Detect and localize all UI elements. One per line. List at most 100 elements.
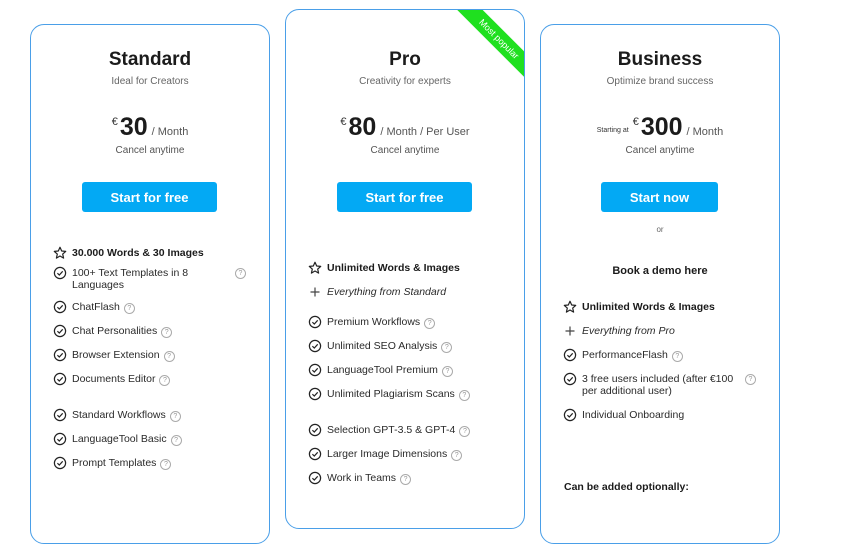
or-separator: or bbox=[656, 225, 664, 234]
check-circle-icon bbox=[308, 447, 322, 461]
feature-label: Larger Image Dimensions bbox=[327, 448, 448, 460]
star-icon bbox=[563, 300, 577, 314]
check-circle-icon bbox=[308, 471, 322, 485]
feature-item: PerformanceFlash? bbox=[563, 348, 763, 362]
feature-label: Individual Onboarding bbox=[582, 409, 685, 421]
help-icon[interactable]: ? bbox=[458, 390, 470, 401]
cancel-note: Cancel anytime bbox=[370, 145, 440, 156]
feature-item: LanguageTool Basic? bbox=[53, 432, 253, 446]
help-icon[interactable]: ? bbox=[451, 450, 463, 461]
feature-label: 100+ Text Templates in 8 Languages bbox=[72, 267, 189, 291]
help-icon[interactable]: ? bbox=[745, 374, 756, 385]
most-popular-badge: Most popular bbox=[453, 10, 524, 85]
start-now-button[interactable]: Start now bbox=[601, 182, 718, 212]
feature-label: PerformanceFlash bbox=[582, 349, 668, 361]
feature-item: Documents Editor? bbox=[53, 372, 253, 386]
plan-card-standard: Standard Ideal for Creators €30/ Month C… bbox=[30, 24, 270, 544]
check-circle-icon bbox=[308, 315, 322, 329]
feature-item: Larger Image Dimensions? bbox=[308, 447, 508, 461]
plan-title: Business bbox=[617, 49, 703, 70]
currency-symbol: € bbox=[111, 116, 118, 128]
feature-label: Selection GPT-3.5 & GPT-4 bbox=[327, 424, 456, 436]
feature-item: Chat Personalities? bbox=[53, 324, 253, 338]
check-circle-icon bbox=[308, 339, 322, 353]
help-icon[interactable]: ? bbox=[235, 268, 246, 279]
plan-card-business: Business Optimize brand success Starting… bbox=[540, 24, 780, 544]
feature-label: Everything from Pro bbox=[582, 325, 675, 337]
feature-label: Standard Workflows bbox=[72, 409, 166, 421]
start-for-free-button[interactable]: Start for free bbox=[337, 182, 472, 212]
help-icon[interactable]: ? bbox=[169, 411, 181, 422]
check-circle-icon bbox=[563, 372, 577, 386]
price-amount: 80 bbox=[348, 113, 377, 141]
help-icon[interactable]: ? bbox=[424, 318, 436, 329]
feature-label: Work in Teams bbox=[327, 472, 397, 484]
feature-label: Everything from Standard bbox=[327, 286, 447, 298]
feature-item: Browser Extension? bbox=[53, 348, 253, 362]
price-amount: 30 bbox=[119, 113, 148, 141]
help-icon[interactable]: ? bbox=[163, 351, 175, 362]
price: €30/ Month bbox=[31, 113, 269, 142]
plan-title: Pro bbox=[389, 49, 421, 70]
cancel-note: Cancel anytime bbox=[115, 145, 185, 156]
feature-label: Browser Extension bbox=[72, 349, 160, 361]
feature-label: 3 free users included (after €100 per ad… bbox=[582, 373, 734, 397]
feature-item: Unlimited SEO Analysis? bbox=[308, 339, 508, 353]
check-circle-icon bbox=[53, 300, 67, 314]
help-icon[interactable]: ? bbox=[123, 303, 135, 314]
currency-symbol: € bbox=[632, 116, 639, 128]
check-circle-icon bbox=[53, 348, 67, 362]
feature-label: ChatFlash bbox=[72, 301, 120, 313]
plan-subtitle: Optimize brand success bbox=[606, 76, 714, 87]
plus-icon bbox=[308, 285, 322, 299]
price: Starting at€300/ Month bbox=[541, 113, 779, 142]
check-circle-icon bbox=[308, 423, 322, 437]
feature-item: ChatFlash? bbox=[53, 300, 253, 314]
price-period: / Month bbox=[151, 126, 189, 138]
check-circle-icon bbox=[53, 408, 67, 422]
book-demo-link[interactable]: Book a demo here bbox=[541, 265, 779, 277]
help-icon[interactable]: ? bbox=[161, 327, 173, 338]
star-icon bbox=[308, 261, 322, 275]
plan-card-pro: Most popular Pro Creativity for experts … bbox=[285, 9, 525, 529]
check-circle-icon bbox=[53, 432, 67, 446]
currency-symbol: € bbox=[340, 116, 347, 128]
plan-subtitle: Ideal for Creators bbox=[111, 76, 189, 87]
help-icon[interactable]: ? bbox=[160, 459, 172, 470]
help-icon[interactable]: ? bbox=[671, 351, 683, 362]
feature-item: Premium Workflows? bbox=[308, 315, 508, 329]
feature-item: Standard Workflows? bbox=[53, 408, 253, 422]
help-icon[interactable]: ? bbox=[170, 435, 182, 446]
price-period: / Month bbox=[686, 126, 724, 138]
feature-item: Selection GPT-3.5 & GPT-4? bbox=[308, 423, 508, 437]
price-amount: 300 bbox=[640, 113, 683, 141]
start-for-free-button[interactable]: Start for free bbox=[82, 182, 217, 212]
feature-label: Unlimited Words & Images bbox=[327, 262, 460, 274]
feature-item: Unlimited Plagiarism Scans? bbox=[308, 387, 508, 401]
feature-item: LanguageTool Premium? bbox=[308, 363, 508, 377]
help-icon[interactable]: ? bbox=[441, 342, 453, 353]
feature-label: Premium Workflows bbox=[327, 316, 421, 328]
plan-subtitle: Creativity for experts bbox=[359, 76, 451, 87]
plan-title: Standard bbox=[108, 49, 192, 70]
feature-item: Work in Teams? bbox=[308, 471, 508, 485]
feature-item: Prompt Templates? bbox=[53, 456, 253, 470]
check-circle-icon bbox=[563, 408, 577, 422]
help-icon[interactable]: ? bbox=[400, 474, 412, 485]
price: €80/ Month / Per User bbox=[286, 113, 524, 142]
check-circle-icon bbox=[53, 372, 67, 386]
feature-label: Prompt Templates bbox=[72, 457, 157, 469]
feature-label: Unlimited SEO Analysis bbox=[327, 340, 438, 352]
check-circle-icon bbox=[563, 348, 577, 362]
help-icon[interactable]: ? bbox=[459, 426, 471, 437]
check-circle-icon bbox=[308, 387, 322, 401]
plus-icon bbox=[563, 324, 577, 338]
feature-label: LanguageTool Premium bbox=[327, 364, 438, 376]
price-period: / Month / Per User bbox=[380, 126, 470, 138]
feature-label: Unlimited Plagiarism Scans bbox=[327, 388, 455, 400]
feature-label: Unlimited Words & Images bbox=[582, 301, 715, 313]
check-circle-icon bbox=[53, 456, 67, 470]
help-icon[interactable]: ? bbox=[441, 366, 453, 377]
feature-label: LanguageTool Basic bbox=[72, 433, 167, 445]
help-icon[interactable]: ? bbox=[159, 375, 171, 386]
